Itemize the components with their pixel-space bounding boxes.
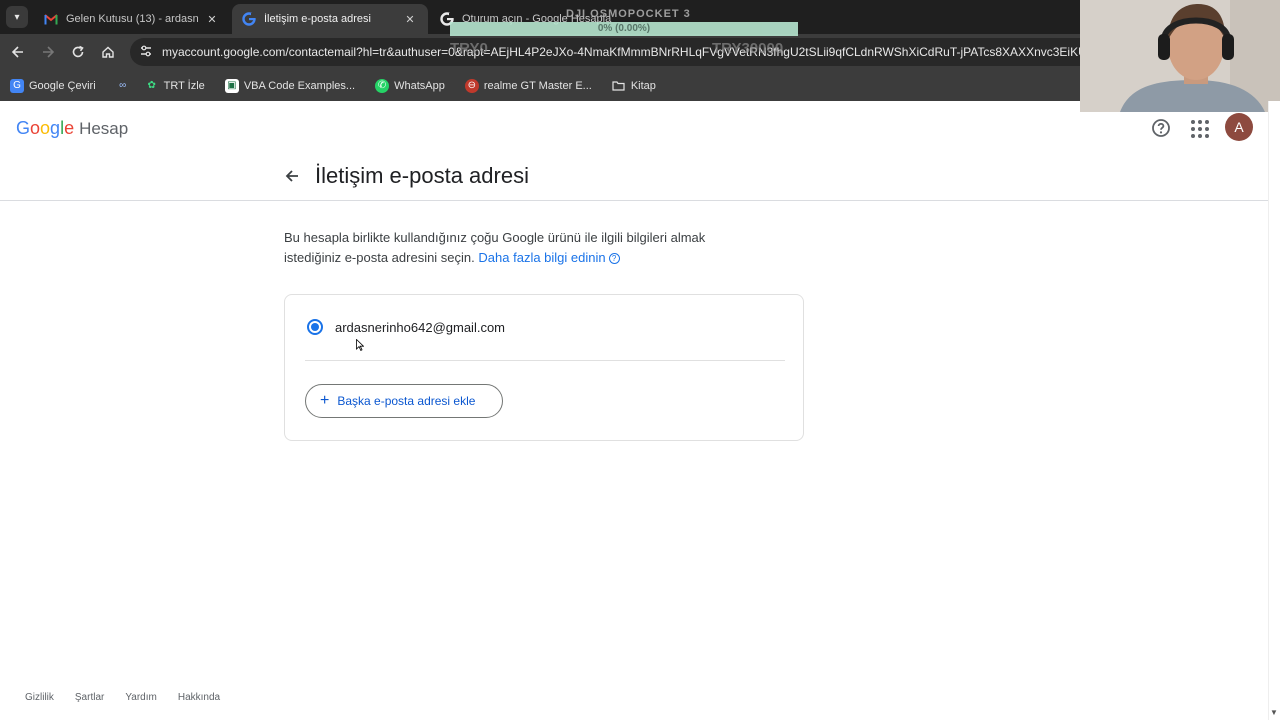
bookmark-label: VBA Code Examples... bbox=[243, 79, 356, 92]
add-email-button[interactable]: + Başka e-posta adresi ekle bbox=[305, 384, 503, 418]
bookmark-vba[interactable]: ▣ VBA Code Examples... bbox=[224, 78, 356, 93]
bookmark-whatsapp[interactable]: ✆ WhatsApp bbox=[375, 78, 445, 93]
page-title: İletişim e-posta adresi bbox=[315, 163, 529, 188]
bookmark-label: Kitap bbox=[630, 79, 656, 92]
bookmark-label: TRT İzle bbox=[163, 79, 205, 92]
translate-icon: G bbox=[10, 78, 24, 93]
home-icon[interactable] bbox=[98, 42, 118, 62]
mouse-cursor-icon bbox=[356, 338, 365, 351]
scroll-down-arrow-icon[interactable]: ▼ bbox=[1269, 708, 1279, 718]
bookmark-trt-izle[interactable]: ✿ TRT İzle bbox=[145, 79, 205, 93]
info-icon: ? bbox=[608, 253, 620, 265]
footer-about-link[interactable]: Hakkında bbox=[178, 692, 220, 703]
bookmark-realme[interactable]: ⊖ realme GT Master E... bbox=[464, 78, 592, 93]
bookmark-link[interactable]: ∞ bbox=[116, 79, 135, 93]
vba-icon: ▣ bbox=[224, 78, 239, 93]
plus-icon: + bbox=[320, 392, 330, 409]
tab-contact-email[interactable]: İletişim e-posta adresi ✕ bbox=[232, 4, 428, 34]
site-settings-icon[interactable] bbox=[140, 45, 152, 60]
webcam-overlay bbox=[1080, 0, 1280, 112]
browser-toolbar: myaccount.google.com/contactemail?hl=tr&… bbox=[0, 34, 1080, 70]
logo-letter: G bbox=[16, 118, 31, 138]
footer-links: Gizlilik Şartlar Yardım Hakkında bbox=[25, 692, 241, 703]
bookmark-kitap[interactable]: Kitap bbox=[612, 79, 656, 93]
avatar[interactable]: A bbox=[1225, 113, 1253, 141]
email-radio-selected[interactable] bbox=[307, 319, 323, 335]
address-bar[interactable]: myaccount.google.com/contactemail?hl=tr&… bbox=[130, 38, 1080, 66]
google-account-header: G o o g l e Hesap A bbox=[0, 101, 1268, 155]
google-hesap-logo[interactable]: G o o g l e Hesap bbox=[16, 118, 128, 139]
logo-letter: e bbox=[64, 118, 75, 138]
bookmark-label: realme GT Master E... bbox=[483, 79, 592, 92]
help-icon[interactable] bbox=[1150, 117, 1172, 139]
tab-title: Gelen Kutusu (13) - ardasnerinh bbox=[66, 13, 198, 25]
bookmark-label: WhatsApp bbox=[394, 79, 445, 92]
whatsapp-icon: ✆ bbox=[375, 78, 390, 93]
url-text: myaccount.google.com/contactemail?hl=tr&… bbox=[162, 45, 1080, 59]
folder-icon bbox=[612, 79, 626, 93]
page-header: İletişim e-posta adresi bbox=[0, 155, 1268, 201]
google-icon bbox=[242, 12, 256, 26]
tab-search-chevron-icon[interactable]: ▾ bbox=[6, 6, 28, 28]
close-tab-icon[interactable]: ✕ bbox=[402, 13, 418, 26]
overlay-title: DJI OSMOPOCKET 3 bbox=[566, 8, 691, 20]
bookmark-google-ceviri[interactable]: G Google Çeviri bbox=[10, 78, 96, 93]
google-apps-grid-icon[interactable] bbox=[1188, 117, 1210, 139]
learn-more-link[interactable]: Daha fazla bilgi edinin? bbox=[478, 250, 620, 265]
reload-icon[interactable] bbox=[68, 42, 88, 62]
overlay-right-value: TRY30000 bbox=[712, 40, 784, 57]
email-option[interactable]: ardasnerinho642@gmail.com bbox=[305, 315, 785, 361]
logo-letter: g bbox=[50, 118, 61, 138]
footer-help-link[interactable]: Yardım bbox=[125, 692, 157, 703]
back-arrow-icon[interactable] bbox=[280, 164, 304, 188]
trt-icon: ✿ bbox=[147, 80, 156, 91]
page-description: Bu hesapla birlikte kullandığınız çoğu G… bbox=[284, 228, 754, 268]
gmail-icon bbox=[44, 12, 58, 26]
logo-letter: o bbox=[40, 118, 51, 138]
tab-title: İletişim e-posta adresi bbox=[264, 13, 371, 25]
logo-letter: o bbox=[30, 118, 41, 138]
bookmark-label: Google Çeviri bbox=[29, 79, 96, 92]
tab-gmail[interactable]: Gelen Kutusu (13) - ardasnerinh ✕ bbox=[34, 4, 230, 34]
footer-terms-link[interactable]: Şartlar bbox=[75, 692, 104, 703]
learn-more-label: Daha fazla bilgi edinin bbox=[478, 250, 606, 265]
close-tab-icon[interactable]: ✕ bbox=[204, 13, 220, 26]
forward-arrow-icon[interactable] bbox=[38, 42, 58, 62]
scrollbar[interactable] bbox=[1268, 101, 1280, 720]
overlay-left-value: TRY0 bbox=[450, 40, 488, 57]
email-address: ardasnerinho642@gmail.com bbox=[335, 320, 506, 335]
realme-icon: ⊖ bbox=[464, 78, 479, 93]
overlay-progress-bar: 0% (0.00%) bbox=[450, 22, 798, 36]
back-arrow-icon[interactable] bbox=[8, 42, 28, 62]
email-options-card: ardasnerinho642@gmail.com + Başka e-post… bbox=[284, 294, 804, 441]
add-email-label: Başka e-posta adresi ekle bbox=[337, 394, 476, 408]
footer-privacy-link[interactable]: Gizlilik bbox=[25, 692, 54, 703]
link-icon: ∞ bbox=[119, 80, 127, 91]
product-name: Hesap bbox=[79, 119, 129, 138]
